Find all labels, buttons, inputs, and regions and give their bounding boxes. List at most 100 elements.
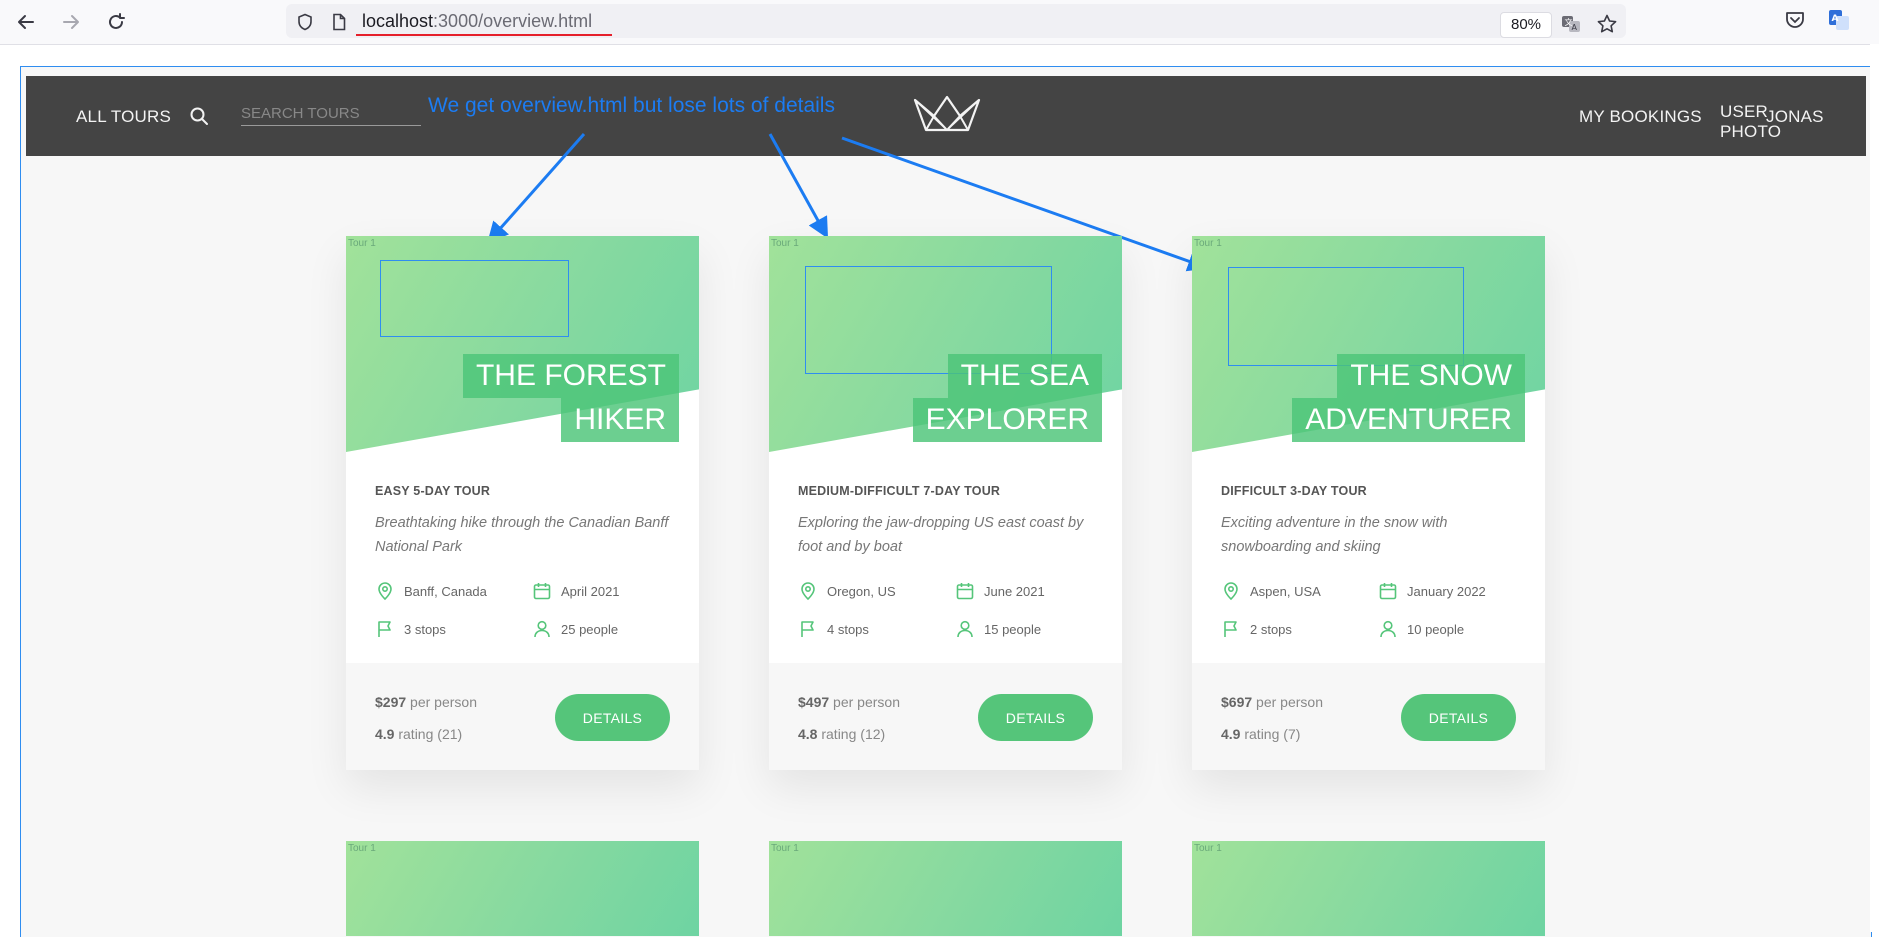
tour-card-partial: Tour 1 xyxy=(346,841,699,936)
card-footer: $697 per person 4.9 rating (7) DETAILS xyxy=(1192,663,1545,770)
map-pin-icon xyxy=(801,582,815,601)
detail-text: 10 people xyxy=(1407,621,1465,637)
card-detail-stops: 2 stops xyxy=(1221,619,1292,639)
url-path: :3000/overview.html xyxy=(433,11,593,31)
back-button[interactable] xyxy=(10,8,42,36)
detail-text: 25 people xyxy=(561,621,619,637)
rating-label: rating xyxy=(398,726,434,742)
card-description: Breathtaking hike through the Canadian B… xyxy=(375,515,669,555)
card-price: $497 per person xyxy=(798,694,900,710)
calendar-icon xyxy=(1379,583,1397,600)
my-bookings-link[interactable]: MY BOOKINGS xyxy=(1579,107,1702,127)
calendar-icon xyxy=(533,583,551,600)
page-icon[interactable] xyxy=(330,13,348,31)
card-footer: $297 per person 4.9 rating (21) DETAILS xyxy=(346,663,699,770)
card-detail-date: January 2022 xyxy=(1378,581,1486,601)
rating-count: (21) xyxy=(437,726,463,742)
svg-text:A: A xyxy=(1832,14,1839,24)
detail-text: January 2022 xyxy=(1407,583,1486,599)
tour-card: Tour 1 THE SNOW ADVENTURER DIFFICULT 3-D… xyxy=(1192,236,1545,770)
logo-icon[interactable] xyxy=(912,94,982,134)
flag-icon xyxy=(378,621,391,637)
all-tours-link[interactable]: ALL TOURS xyxy=(76,107,171,127)
card-subheading: EASY 5-DAY TOUR xyxy=(375,484,491,498)
hero-image-alt: Tour 1 xyxy=(771,238,799,249)
price-unit: per person xyxy=(410,694,477,710)
rating-label: rating xyxy=(1244,726,1280,742)
card-detail-location: Aspen, USA xyxy=(1221,581,1321,601)
user-icon xyxy=(534,620,550,638)
tour-card-partial: Tour 1 xyxy=(769,841,1122,936)
card-detail-people: 15 people xyxy=(955,619,1041,639)
search-icon[interactable] xyxy=(189,106,209,126)
detail-text: Aspen, USA xyxy=(1250,583,1321,599)
forward-button[interactable] xyxy=(55,8,87,36)
card-price: $297 per person xyxy=(375,694,477,710)
card-title-line: THE SNOW xyxy=(1337,354,1525,398)
card-title-line: THE SEA xyxy=(947,354,1102,398)
star-icon[interactable] xyxy=(1596,13,1618,35)
card-title-line: HIKER xyxy=(561,398,679,442)
card-description: Exploring the jaw-dropping US east coast… xyxy=(798,515,1084,555)
card-title-line: EXPLORER xyxy=(912,398,1102,442)
annotation-box xyxy=(1228,267,1464,366)
card-subheading: MEDIUM-DIFFICULT 7-DAY TOUR xyxy=(798,484,1001,498)
user-icon xyxy=(1380,620,1396,638)
search-input[interactable]: SEARCH TOURS xyxy=(241,105,360,122)
card-detail-stops: 3 stops xyxy=(375,619,446,639)
hero-image-alt: Tour 1 xyxy=(1194,238,1222,249)
user-icon xyxy=(957,620,973,638)
card-rating: 4.8 rating (12) xyxy=(798,726,885,742)
card-detail-location: Banff, Canada xyxy=(375,581,487,601)
hero-image-alt: Tour 1 xyxy=(771,843,799,854)
tour-card: Tour 1 THE SEA EXPLORER MEDIUM-DIFFICULT… xyxy=(769,236,1122,770)
card-footer: $497 per person 4.8 rating (12) DETAILS xyxy=(769,663,1122,770)
user-name[interactable]: JONAS xyxy=(1766,107,1824,127)
detail-text: 2 stops xyxy=(1250,621,1292,637)
details-button[interactable]: DETAILS xyxy=(1401,694,1516,741)
card-rating: 4.9 rating (7) xyxy=(1221,726,1300,742)
window-edge xyxy=(1870,44,1879,932)
details-button[interactable]: DETAILS xyxy=(978,694,1093,741)
hero-image-alt: Tour 1 xyxy=(348,238,376,249)
map-pin-icon xyxy=(1224,582,1238,601)
browser-toolbar: localhost:3000/overview.html 80% 文A A xyxy=(0,0,1879,45)
tour-card: Tour 1 THE FOREST HIKER EASY 5-DAY TOUR … xyxy=(346,236,699,770)
card-title-line: THE FOREST xyxy=(462,354,679,398)
shield-icon[interactable] xyxy=(296,13,314,31)
price-unit: per person xyxy=(833,694,900,710)
annotation-text: We get overview.html but lose lots of de… xyxy=(428,94,835,117)
card-title-line: ADVENTURER xyxy=(1292,398,1525,442)
hero-image-alt: Tour 1 xyxy=(1194,843,1222,854)
flag-icon xyxy=(1224,621,1237,637)
card-detail-date: April 2021 xyxy=(532,581,620,601)
translate-icon[interactable]: 文A xyxy=(1560,13,1582,35)
card-description: Exciting adventure in the snow with snow… xyxy=(1221,515,1448,555)
detail-text: 15 people xyxy=(984,621,1042,637)
zoom-level[interactable]: 80% xyxy=(1500,12,1552,38)
detail-text: Banff, Canada xyxy=(404,583,487,599)
detail-text: 3 stops xyxy=(404,621,446,637)
calendar-icon xyxy=(956,583,974,600)
flag-icon xyxy=(801,621,814,637)
details-button[interactable]: DETAILS xyxy=(555,694,670,741)
price-value: $297 xyxy=(375,694,407,710)
rating-value: 4.9 xyxy=(1221,726,1241,742)
search-underline xyxy=(241,125,421,126)
detail-text: April 2021 xyxy=(561,583,620,599)
rating-label: rating xyxy=(821,726,857,742)
reload-button[interactable] xyxy=(100,8,132,36)
hero-image-alt: Tour 1 xyxy=(348,843,376,854)
detail-text: Oregon, US xyxy=(827,583,896,599)
url-text[interactable]: localhost:3000/overview.html xyxy=(362,11,592,32)
pocket-icon[interactable] xyxy=(1784,9,1806,31)
svg-text:A: A xyxy=(1572,23,1578,32)
address-bar[interactable]: localhost:3000/overview.html 80% 文A xyxy=(286,4,1626,38)
site-header: ALL TOURS SEARCH TOURS MY BOOKINGS USER … xyxy=(26,76,1866,156)
card-detail-date: June 2021 xyxy=(955,581,1045,601)
url-host: localhost xyxy=(362,11,434,31)
rating-value: 4.9 xyxy=(375,726,395,742)
translator-extension-icon[interactable]: A xyxy=(1828,9,1850,31)
detail-text: June 2021 xyxy=(984,583,1045,599)
detail-text: 4 stops xyxy=(827,621,869,637)
